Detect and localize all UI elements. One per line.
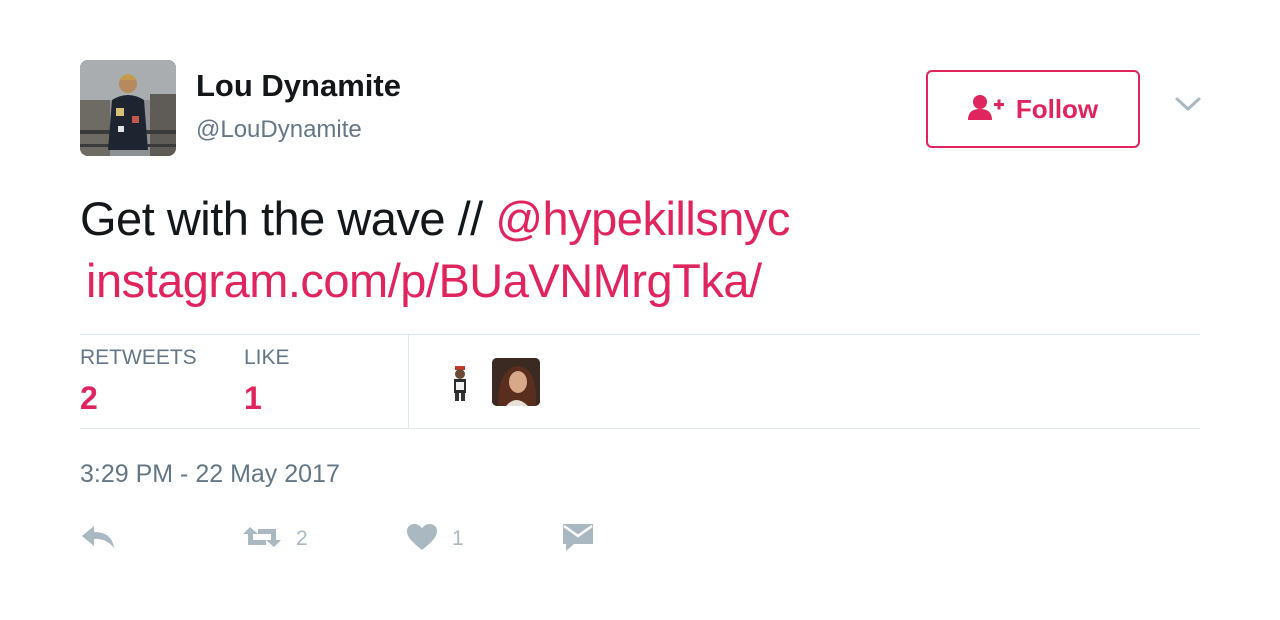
- author-display-name[interactable]: Lou Dynamite: [196, 68, 401, 104]
- heart-icon: [406, 523, 438, 556]
- tweet-text: Get with the wave // @hypekillsnyc insta…: [80, 188, 1200, 312]
- stats-top-divider: [80, 334, 1200, 335]
- tweet-timestamp[interactable]: 3:29 PM - 22 May 2017: [80, 460, 340, 489]
- retweet-count: 2: [296, 527, 308, 550]
- author-avatar-image: [80, 60, 176, 156]
- like-button[interactable]: 1: [406, 522, 464, 556]
- liker-avatar-image: [436, 358, 484, 406]
- tweet-body: Get with the wave //: [80, 192, 496, 245]
- reply-arrow-icon: [80, 524, 116, 555]
- liker-avatar-image: [492, 358, 540, 406]
- retweet-button[interactable]: 2: [242, 522, 308, 556]
- likes-label: LIKE: [244, 346, 290, 369]
- reply-button[interactable]: [80, 522, 116, 556]
- direct-message-button[interactable]: [562, 522, 594, 556]
- tweet-url-link[interactable]: instagram.com/p/BUaVNMrgTka/: [80, 250, 762, 312]
- follow-button[interactable]: Follow: [926, 70, 1140, 148]
- likes-count: 1: [244, 380, 262, 416]
- mention-link[interactable]: @hypekillsnyc: [495, 192, 790, 245]
- author-handle[interactable]: @LouDynamite: [196, 116, 362, 144]
- follow-button-label: Follow: [1015, 93, 1099, 124]
- follow-person-plus-icon: [967, 94, 1004, 125]
- like-count: 1: [452, 527, 464, 550]
- stats-vertical-divider: [408, 335, 409, 428]
- likes-stat[interactable]: LIKE 1: [244, 346, 290, 417]
- author-avatar[interactable]: [80, 60, 176, 156]
- retweets-stat[interactable]: RETWEETS 2: [80, 346, 197, 417]
- retweet-icon: [242, 523, 282, 556]
- retweets-label: RETWEETS: [80, 346, 197, 369]
- liker-avatar[interactable]: [436, 358, 484, 406]
- stats-bottom-divider: [80, 428, 1200, 429]
- envelope-icon: [562, 522, 594, 557]
- liker-avatar[interactable]: [492, 358, 540, 406]
- chevron-down-icon[interactable]: [1174, 94, 1202, 114]
- retweets-count: 2: [80, 380, 98, 416]
